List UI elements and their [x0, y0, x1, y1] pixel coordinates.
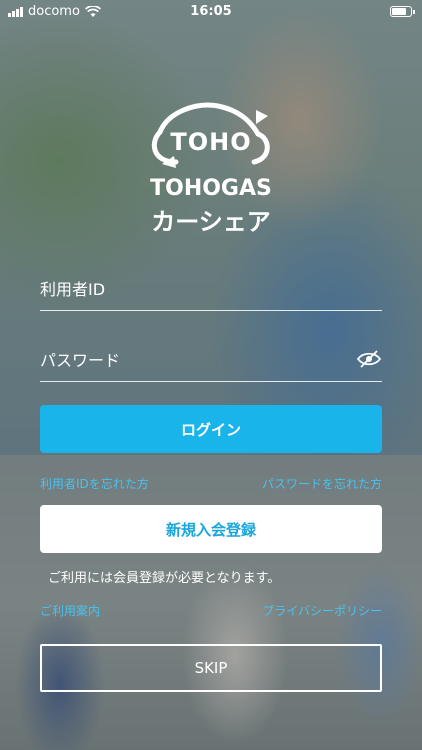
- logo-brand: TOHOGAS: [150, 176, 272, 201]
- password-field-wrap: [40, 337, 382, 382]
- register-note: ご利用には会員登録が必要となります。: [48, 571, 281, 586]
- status-time: 16:05: [190, 4, 232, 19]
- app-logo: TOHO TOHOGAS カーシェア: [146, 102, 276, 236]
- user-id-input[interactable]: [40, 276, 340, 302]
- logo-service-name: カーシェア: [151, 208, 271, 236]
- eye-slash-icon[interactable]: [356, 349, 382, 369]
- login-button[interactable]: ログイン: [40, 405, 382, 453]
- status-bar: docomo 16:05: [0, 0, 422, 24]
- register-button[interactable]: 新規入会登録: [40, 505, 382, 553]
- user-id-field-wrap: [40, 266, 382, 311]
- skip-button[interactable]: SKIP: [40, 644, 382, 692]
- forgot-password-link[interactable]: パスワードを忘れた方: [262, 475, 382, 492]
- logo-mark-text: TOHO: [170, 128, 252, 156]
- guide-link[interactable]: ご利用案内: [40, 602, 100, 619]
- privacy-policy-link[interactable]: プライバシーポリシー: [262, 602, 382, 619]
- forgot-id-link[interactable]: 利用者IDを忘れた方: [40, 475, 149, 492]
- password-input[interactable]: [40, 347, 340, 373]
- battery-icon: [390, 6, 415, 17]
